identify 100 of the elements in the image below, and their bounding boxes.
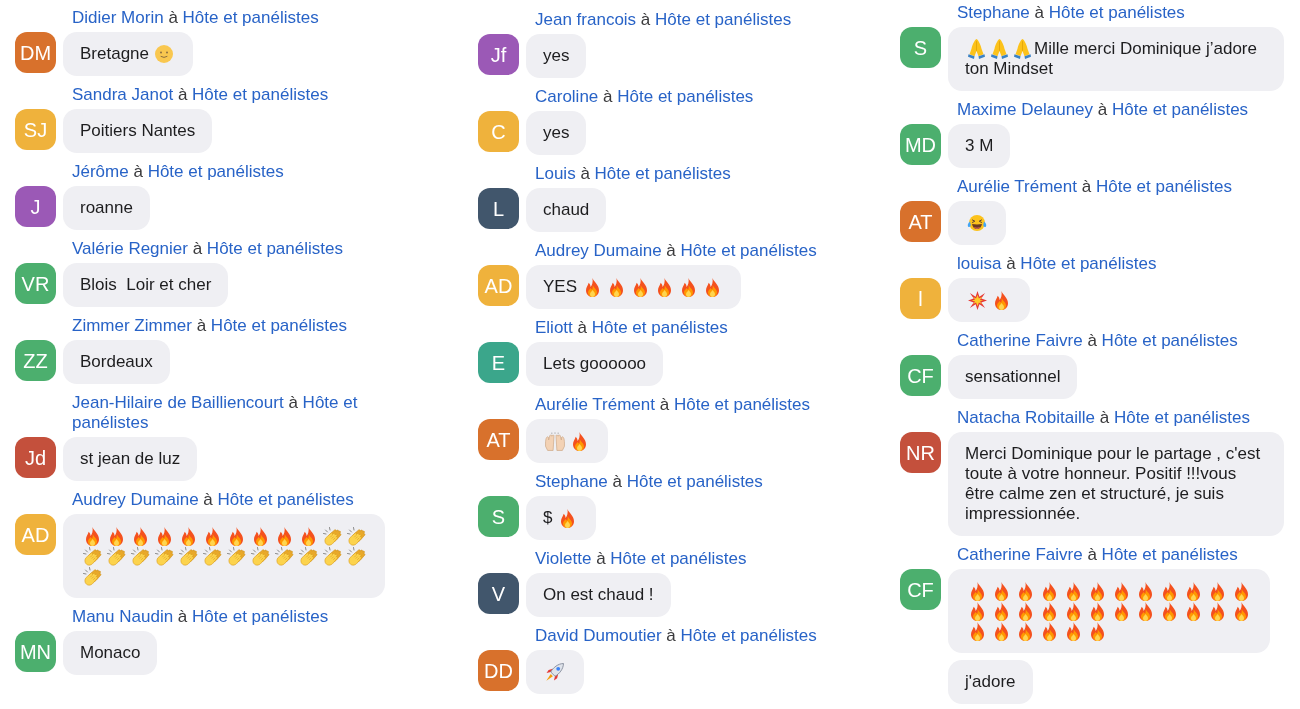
- message-text: Blois Loir et cher: [80, 275, 212, 295]
- fire-icon: [181, 526, 195, 546]
- clapping-hands-icon: [346, 526, 366, 546]
- message-header: Natacha Robitaille à Hôte et panélistes: [957, 408, 1250, 428]
- message-text: YES: [543, 277, 578, 297]
- fire-icon: [560, 508, 574, 528]
- message-header: Manu Naudin à Hôte et panélistes: [72, 607, 329, 627]
- avatar: AT: [900, 201, 941, 242]
- message-header: Valérie Regnier à Hôte et panélistes: [72, 239, 343, 259]
- fire-icon: [609, 277, 623, 297]
- message-text: roanne: [80, 198, 133, 218]
- clapping-hands-icon: [274, 546, 294, 566]
- avatar: NR: [900, 432, 941, 473]
- avatar: DD: [478, 650, 519, 691]
- clapping-hands-icon: [202, 546, 222, 566]
- fire-icon: [85, 526, 99, 546]
- clapping-hands-icon: [82, 546, 102, 566]
- fire-icon: [1018, 601, 1032, 621]
- clapping-hands-icon: [322, 526, 342, 546]
- clapping-hands-icon: [178, 546, 198, 566]
- fire-icon: [1138, 581, 1152, 601]
- message-text: Bretagne: [80, 44, 149, 64]
- fire-icon: [1162, 601, 1176, 621]
- avatar: VR: [15, 263, 56, 304]
- message-header: Violette à Hôte et panélistes: [535, 549, 747, 569]
- message-text: Merci Dominique pour le partage , c'est toute à votre honneur. Positif !!!vous être calme zen et structuré, je suis impressionnée.: [965, 444, 1262, 524]
- avatar: AD: [15, 514, 56, 555]
- avatar: CF: [900, 569, 941, 610]
- fire-icon: [681, 277, 695, 297]
- clapping-hands-icon: [106, 546, 126, 566]
- rocket-icon: [546, 663, 564, 681]
- avatar: MN: [15, 631, 56, 672]
- fire-icon: [1042, 621, 1056, 641]
- avatar: Jd: [15, 437, 56, 478]
- message-header: Stephane à Hôte et panélistes: [957, 3, 1185, 23]
- fire-icon: [585, 277, 599, 297]
- message-header: David Dumoutier à Hôte et panélistes: [535, 626, 817, 646]
- avatar: SJ: [15, 109, 56, 150]
- fire-icon: [1090, 621, 1104, 641]
- fire-icon: [1138, 601, 1152, 621]
- avatar: l: [900, 278, 941, 319]
- message-text: sensationnel: [965, 367, 1061, 387]
- fire-icon: [253, 526, 267, 546]
- message-header: Audrey Dumaine à Hôte et panélistes: [72, 490, 354, 510]
- fire-icon: [205, 526, 219, 546]
- fire-icon: [572, 431, 586, 451]
- message-text: 3 M: [965, 136, 994, 156]
- avatar: S: [900, 27, 941, 68]
- message-text: Poitiers Nantes: [80, 121, 196, 141]
- fire-icon: [994, 581, 1008, 601]
- praying-hands-icon: [968, 39, 985, 59]
- fire-icon: [994, 621, 1008, 641]
- message-text: $: [543, 508, 553, 528]
- message-text: yes: [543, 123, 570, 143]
- avatar: Jf: [478, 34, 519, 75]
- avatar: J: [15, 186, 56, 227]
- explosion-icon: [967, 290, 987, 310]
- fire-icon: [1162, 581, 1176, 601]
- clapping-hands-icon: [226, 546, 246, 566]
- message-header: Zimmer Zimmer à Hôte et panélistes: [72, 316, 347, 336]
- fire-icon: [657, 277, 671, 297]
- message-header: Jean-Hilaire de Bailliencourt à Hôte et panélistes: [72, 393, 359, 433]
- message-text: Monaco: [80, 643, 141, 663]
- fire-icon: [1210, 581, 1224, 601]
- avatar: CF: [900, 355, 941, 396]
- message-text: yes: [543, 46, 570, 66]
- fire-icon: [157, 526, 171, 546]
- fire-icon: [1066, 581, 1080, 601]
- fire-icon: [970, 601, 984, 621]
- avatar: ZZ: [15, 340, 56, 381]
- message-header: Eliott à Hôte et panélistes: [535, 318, 728, 338]
- fire-icon: [994, 601, 1008, 621]
- fire-icon: [1066, 621, 1080, 641]
- fire-icon: [1234, 601, 1248, 621]
- clapping-hands-icon: [154, 546, 174, 566]
- message-text: Lets goooooo: [543, 354, 647, 374]
- fire-icon: [970, 621, 984, 641]
- message-header: Aurélie Trément à Hôte et panélistes: [535, 395, 811, 415]
- message-header: Stephane à Hôte et panélistes: [535, 472, 763, 492]
- fire-icon: [1210, 601, 1224, 621]
- fire-icon: [1090, 581, 1104, 601]
- avatar: L: [478, 188, 519, 229]
- fire-icon: [633, 277, 647, 297]
- clapping-hands-icon: [82, 566, 102, 586]
- message-text: ton Mindset: [965, 59, 1053, 79]
- fire-icon: [109, 526, 123, 546]
- praying-hands-icon: [991, 39, 1008, 59]
- fire-icon: [133, 526, 147, 546]
- laughing-face-icon: [967, 214, 987, 232]
- fire-icon: [1234, 581, 1248, 601]
- fire-icon: [1018, 581, 1032, 601]
- fire-icon: [229, 526, 243, 546]
- message-header: Aurélie Trément à Hôte et panélistes: [957, 177, 1233, 197]
- avatar: AT: [478, 419, 519, 460]
- avatar: DM: [15, 32, 56, 73]
- message-header: Jean francois à Hôte et panélistes: [535, 10, 792, 30]
- message-header: Audrey Dumaine à Hôte et panélistes: [535, 241, 817, 261]
- smiley-face-icon: [155, 45, 173, 63]
- fire-icon: [1018, 621, 1032, 641]
- message-text: chaud: [543, 200, 590, 220]
